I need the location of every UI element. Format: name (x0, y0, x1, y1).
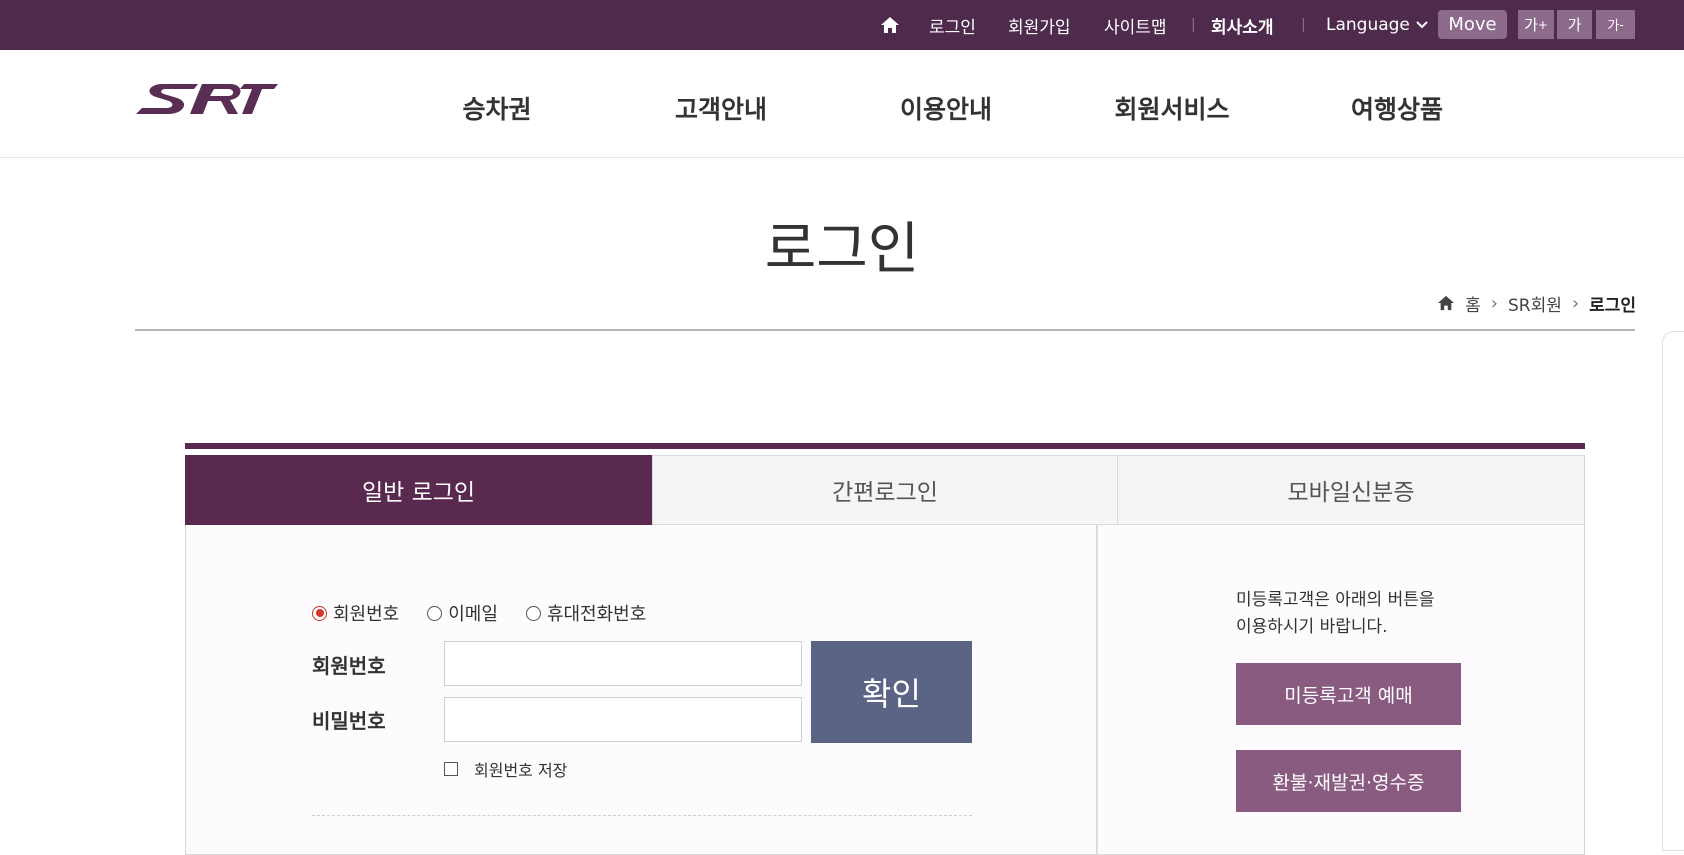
radio-email[interactable]: 이메일 (427, 600, 498, 626)
login-panel: 일반 로그인 간편로그인 모바일신분증 회원번호 이메일 휴대전화번호 회원번호… (185, 443, 1585, 855)
radio-label: 휴대전화번호 (546, 604, 647, 625)
radio-unchecked-icon (525, 605, 541, 621)
nav-item-usage-guide[interactable]: 이용안내 (900, 90, 992, 126)
guest-panel: 미등록고객은 아래의 버튼을 이용하시기 바랍니다. 미등록고객 예매 환불·재… (1097, 525, 1585, 855)
radio-label: 회원번호 (333, 604, 400, 625)
nav-item-customer-info[interactable]: 고객안내 (675, 90, 767, 126)
chevron-right-icon: › (1571, 292, 1580, 314)
breadcrumb: 홈 › SR회원 › 로그인 (1437, 290, 1636, 316)
login-link[interactable]: 로그인 (929, 0, 976, 50)
main-navigation: 승차권 고객안내 이용안내 회원서비스 여행상품 (0, 50, 1684, 158)
radio-label: 이메일 (448, 604, 498, 625)
breadcrumb-sr-member[interactable]: SR회원 (1508, 291, 1562, 316)
move-button[interactable]: Move (1438, 10, 1507, 39)
font-increase-button[interactable]: 가 + (1518, 10, 1554, 39)
save-member-number-label: 회원번호 저장 (474, 761, 568, 780)
password-label: 비밀번호 (312, 709, 386, 733)
nav-item-member-service[interactable]: 회원서비스 (1114, 90, 1229, 126)
nav-item-tickets[interactable]: 승차권 (462, 90, 531, 126)
save-member-number-checkbox[interactable]: 회원번호 저장 (444, 757, 567, 781)
breadcrumb-home[interactable]: 홈 (1465, 291, 1481, 316)
font-decrease-button[interactable]: 가- (1596, 10, 1635, 39)
chevron-down-icon (1416, 21, 1428, 29)
tab-general-login[interactable]: 일반 로그인 (185, 455, 652, 525)
checkbox-icon (444, 762, 458, 776)
guest-guide-line: 이용하시기 바랍니다. (1236, 617, 1388, 637)
srt-logo[interactable] (136, 78, 278, 124)
guest-reservation-button[interactable]: 미등록고객 예매 (1236, 663, 1461, 725)
refund-reissue-receipt-button[interactable]: 환불·재발권·영수증 (1236, 750, 1461, 812)
signup-link[interactable]: 회원가입 (1008, 0, 1071, 50)
font-increase-mark: + (1537, 17, 1548, 32)
dashed-divider (312, 815, 972, 816)
home-icon[interactable] (1437, 295, 1455, 311)
divider: | (1301, 17, 1306, 33)
title-divider (135, 329, 1635, 331)
home-icon[interactable] (879, 0, 901, 50)
login-form-panel: 회원번호 이메일 휴대전화번호 회원번호 비밀번호 확인 회원번호 저장 (185, 525, 1097, 855)
company-link[interactable]: 회사소개 (1211, 0, 1274, 50)
language-label: Language (1326, 15, 1410, 35)
sitemap-link[interactable]: 사이트맵 (1104, 0, 1167, 50)
font-decrease-label: 가 (1607, 19, 1620, 34)
login-type-radio-group: 회원번호 이메일 휴대전화번호 (312, 600, 646, 626)
nav-item-travel-products[interactable]: 여행상품 (1351, 90, 1443, 126)
side-quick-menu[interactable] (1662, 331, 1684, 851)
guest-guide-text: 미등록고객은 아래의 버튼을 이용하시기 바랍니다. (1236, 587, 1556, 641)
language-dropdown[interactable]: Language (1326, 0, 1428, 50)
member-number-label: 회원번호 (312, 654, 386, 678)
radio-phone[interactable]: 휴대전화번호 (525, 600, 647, 626)
radio-checked-icon (312, 605, 327, 621)
guest-guide-line: 미등록고객은 아래의 버튼을 (1236, 590, 1435, 610)
tab-simple-login[interactable]: 간편로그인 (652, 455, 1118, 525)
utility-bar: 로그인 회원가입 사이트맵 | 회사소개 | Language Move 가 + … (0, 0, 1684, 50)
font-increase-label: 가 (1524, 16, 1538, 34)
chevron-right-icon: › (1490, 292, 1498, 314)
tab-mobile-id[interactable]: 모바일신분증 (1117, 455, 1585, 525)
radio-member-number[interactable]: 회원번호 (312, 600, 399, 626)
radio-unchecked-icon (427, 605, 443, 621)
font-decrease-mark: - (1619, 17, 1624, 32)
password-input[interactable] (444, 697, 802, 742)
member-number-input[interactable] (444, 641, 802, 686)
breadcrumb-current: 로그인 (1589, 295, 1636, 316)
font-default-button[interactable]: 가 (1557, 10, 1592, 39)
confirm-button[interactable]: 확인 (811, 641, 972, 743)
divider: | (1191, 17, 1196, 33)
page-title: 로그인 (764, 217, 920, 282)
